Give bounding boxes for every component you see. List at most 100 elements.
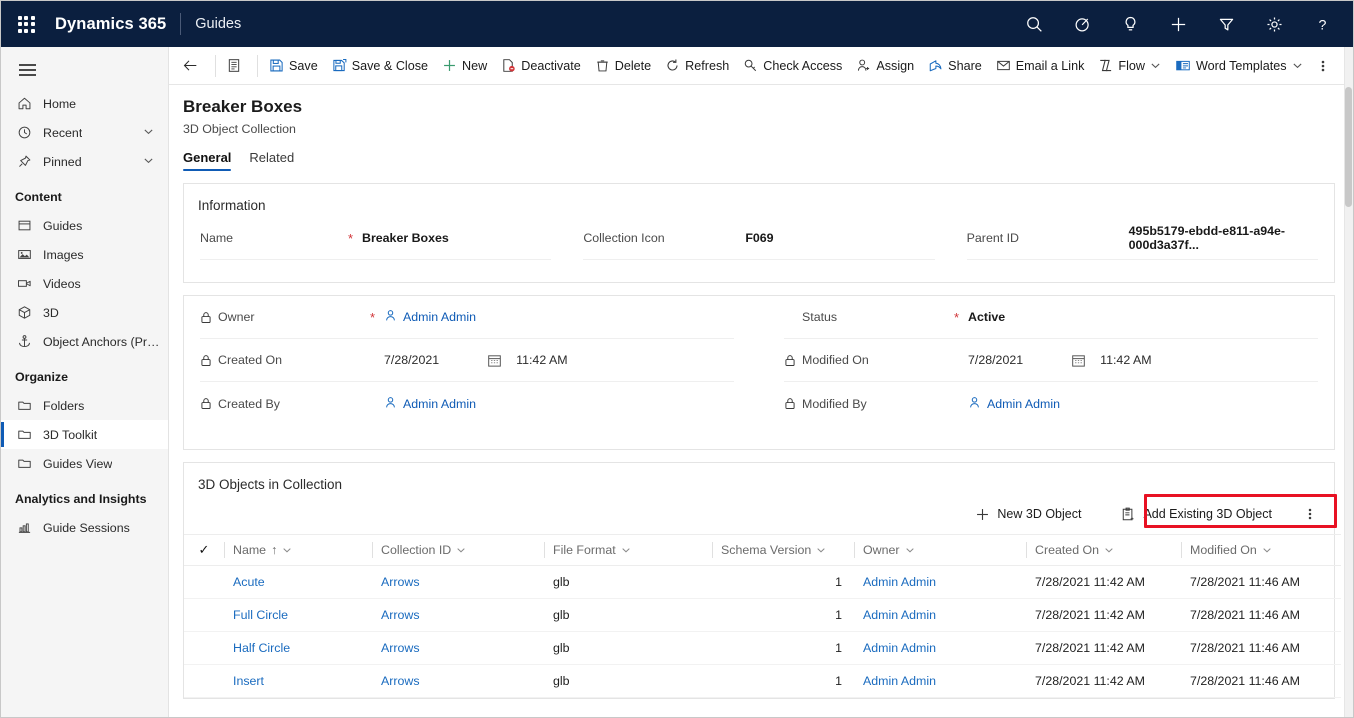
cell-collection-id[interactable]: Arrows xyxy=(372,565,544,599)
word-templates-button[interactable]: Word Templates xyxy=(1168,50,1310,82)
owner-lookup-value[interactable]: Admin Admin xyxy=(384,309,476,325)
column-header-name[interactable]: Name ↑ xyxy=(224,534,372,566)
lightbulb-icon[interactable] xyxy=(1113,7,1147,41)
delete-button[interactable]: Delete xyxy=(588,50,658,82)
chevron-down-icon[interactable] xyxy=(1292,60,1303,71)
deactivate-button[interactable]: Deactivate xyxy=(494,50,588,82)
sidebar-item-3d[interactable]: 3D xyxy=(1,298,168,327)
sidebar-item-images[interactable]: Images xyxy=(1,240,168,269)
email-a-link-button[interactable]: Email a Link xyxy=(989,50,1092,82)
cell-owner[interactable]: Admin Admin xyxy=(854,598,1026,632)
chevron-down-icon[interactable] xyxy=(143,155,154,169)
field-modified-on[interactable]: Modified On 7/28/2021 11:42 AM xyxy=(784,339,1318,382)
sidebar-item-guide-sessions[interactable]: Guide Sessions xyxy=(1,513,168,542)
table-row[interactable]: Full Circle Arrows glb 1 Admin Admin 7/2… xyxy=(184,598,1341,632)
vertical-scrollbar[interactable] xyxy=(1344,47,1353,717)
row-checkbox[interactable] xyxy=(184,664,224,698)
assign-button[interactable]: Assign xyxy=(849,50,921,82)
app-name-label[interactable]: Guides xyxy=(195,16,241,32)
command-label: New xyxy=(462,58,488,73)
cell-name[interactable]: Acute xyxy=(224,565,372,599)
calendar-icon[interactable] xyxy=(1071,353,1086,368)
column-header-collection-id[interactable]: Collection ID xyxy=(372,534,544,566)
plus-icon[interactable] xyxy=(1161,7,1195,41)
share-button[interactable]: Share xyxy=(921,50,989,82)
cell-name[interactable]: Full Circle xyxy=(224,598,372,632)
sidebar-item-videos[interactable]: Videos xyxy=(1,269,168,298)
cell-owner[interactable]: Admin Admin xyxy=(854,565,1026,599)
add-existing-3d-object-button[interactable]: Add Existing 3D Object xyxy=(1111,501,1282,528)
field-value: Breaker Boxes xyxy=(362,231,449,245)
hamburger-menu-icon[interactable] xyxy=(1,51,168,89)
column-header-schema-version[interactable]: Schema Version xyxy=(712,534,854,566)
key-icon xyxy=(743,58,758,73)
field-status[interactable]: Status * Active xyxy=(784,296,1318,339)
cell-name[interactable]: Insert xyxy=(224,664,372,698)
table-row[interactable]: Insert Arrows glb 1 Admin Admin 7/28/202… xyxy=(184,664,1341,698)
filter-icon[interactable] xyxy=(1209,7,1243,41)
cell-collection-id[interactable]: Arrows xyxy=(372,598,544,632)
row-checkbox[interactable] xyxy=(184,598,224,632)
sidebar-item-home[interactable]: Home xyxy=(1,89,168,118)
back-button[interactable] xyxy=(175,50,211,82)
subgrid-overflow-button[interactable] xyxy=(1300,500,1320,528)
flow-button[interactable]: Flow xyxy=(1091,50,1168,82)
focus-target-icon[interactable] xyxy=(1065,7,1099,41)
sidebar-item-recent[interactable]: Recent xyxy=(1,118,168,147)
cell-owner[interactable]: Admin Admin xyxy=(854,664,1026,698)
select-all-checkbox[interactable]: ✓ xyxy=(184,534,224,566)
sidebar-item-pinned[interactable]: Pinned xyxy=(1,147,168,176)
field-parent-id[interactable]: Parent ID 495b5179-ebdd-e811-a94e-000d3a… xyxy=(966,217,1318,260)
refresh-button[interactable]: Refresh xyxy=(658,50,736,82)
header-label: Schema Version xyxy=(721,543,812,557)
gear-icon[interactable] xyxy=(1257,7,1291,41)
column-header-file-format[interactable]: File Format xyxy=(544,534,712,566)
help-icon[interactable]: ? xyxy=(1305,7,1339,41)
field-collection-icon[interactable]: Collection Icon F069 xyxy=(583,217,935,260)
chevron-down-icon[interactable] xyxy=(1150,60,1161,71)
new-3d-object-button[interactable]: New 3D Object xyxy=(965,501,1091,528)
field-modified-by[interactable]: Modified By Admin Admin xyxy=(784,382,1318,425)
chevron-down-icon[interactable] xyxy=(143,126,154,140)
check-access-button[interactable]: Check Access xyxy=(736,50,849,82)
command-divider xyxy=(215,54,216,77)
column-header-modified-on[interactable]: Modified On xyxy=(1181,534,1341,566)
app-launcher-icon[interactable] xyxy=(11,9,41,39)
form-selector-button[interactable] xyxy=(220,50,253,82)
column-header-owner[interactable]: Owner xyxy=(854,534,1026,566)
table-row[interactable]: Acute Arrows glb 1 Admin Admin 7/28/2021… xyxy=(184,565,1341,599)
tab-general[interactable]: General xyxy=(183,150,232,171)
sidebar-item-folders[interactable]: Folders xyxy=(1,391,168,420)
cell-schema-version: 1 xyxy=(712,664,854,698)
modified-by-lookup-value[interactable]: Admin Admin xyxy=(968,396,1060,412)
save-and-close-button[interactable]: Save & Close xyxy=(325,50,435,82)
sidebar-item-guides-view[interactable]: Guides View xyxy=(1,449,168,478)
table-row[interactable]: Half Circle Arrows glb 1 Admin Admin 7/2… xyxy=(184,631,1341,665)
field-created-on[interactable]: Created On 7/28/2021 11:42 AM xyxy=(200,339,734,382)
save-button[interactable]: Save xyxy=(262,50,325,82)
sidebar-item-guides[interactable]: Guides xyxy=(1,211,168,240)
tab-related[interactable]: Related xyxy=(249,150,294,171)
row-checkbox[interactable] xyxy=(184,631,224,665)
column-header-created-on[interactable]: Created On xyxy=(1026,534,1181,566)
created-by-lookup-value[interactable]: Admin Admin xyxy=(384,396,476,412)
chevron-down-icon xyxy=(457,548,465,553)
command-bar-overflow-button[interactable] xyxy=(1310,50,1336,82)
cell-owner[interactable]: Admin Admin xyxy=(854,631,1026,665)
field-created-by[interactable]: Created By Admin Admin xyxy=(200,382,734,425)
cell-name[interactable]: Half Circle xyxy=(224,631,372,665)
field-name[interactable]: Name * Breaker Boxes xyxy=(200,217,552,260)
row-checkbox[interactable] xyxy=(184,565,224,599)
command-label: Email a Link xyxy=(1015,58,1085,73)
brand-title[interactable]: Dynamics 365 xyxy=(55,15,166,34)
cell-collection-id[interactable]: Arrows xyxy=(372,664,544,698)
cell-collection-id[interactable]: Arrows xyxy=(372,631,544,665)
search-icon[interactable] xyxy=(1017,7,1051,41)
sidebar-item-3d-toolkit[interactable]: 3D Toolkit xyxy=(1,420,168,449)
field-owner[interactable]: Owner * Admin Admin xyxy=(200,296,734,339)
new-button[interactable]: New xyxy=(435,50,494,82)
sidebar-item-object-anchors[interactable]: Object Anchors (Prev... xyxy=(1,327,168,356)
scrollbar-thumb[interactable] xyxy=(1345,87,1352,207)
calendar-icon[interactable] xyxy=(487,353,502,368)
